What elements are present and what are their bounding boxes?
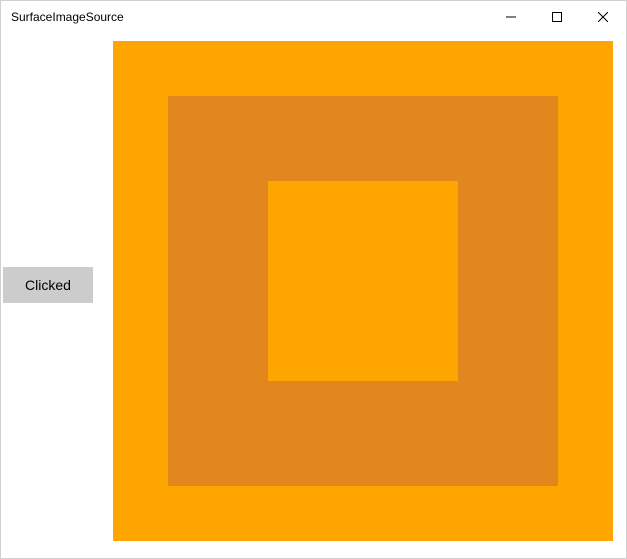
clicked-button-label: Clicked: [25, 277, 71, 293]
window-controls: [488, 1, 626, 33]
surface-image: [113, 41, 613, 541]
close-icon: [598, 12, 608, 22]
inner-rect: [268, 181, 458, 381]
titlebar: SurfaceImageSource: [1, 1, 626, 33]
client-area: Clicked: [1, 33, 626, 558]
window-title: SurfaceImageSource: [11, 10, 124, 24]
maximize-icon: [552, 12, 562, 22]
maximize-button[interactable]: [534, 1, 580, 33]
close-button[interactable]: [580, 1, 626, 33]
minimize-button[interactable]: [488, 1, 534, 33]
minimize-icon: [506, 12, 516, 22]
clicked-button[interactable]: Clicked: [3, 267, 93, 303]
